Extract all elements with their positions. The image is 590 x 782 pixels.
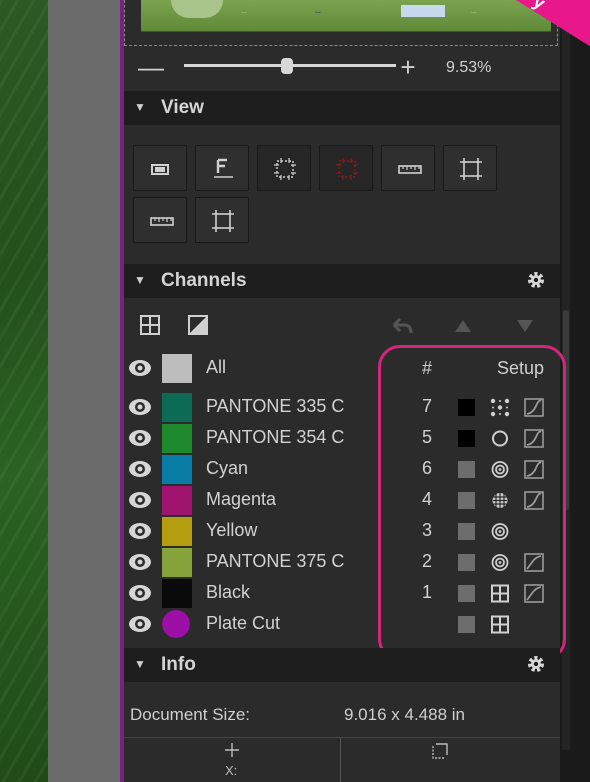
section-title: Info (161, 654, 196, 675)
ruler-icon (398, 165, 422, 174)
document-size-label: Document Size: (130, 705, 250, 724)
zoom-out-button[interactable]: — (138, 52, 164, 86)
document-size-value: 9.016 x 4.488 in (344, 705, 465, 724)
box-select-button[interactable] (341, 737, 560, 782)
crop-red-icon (336, 158, 358, 180)
eye-icon[interactable] (128, 583, 152, 603)
channel-swatch (162, 517, 192, 546)
eye-icon[interactable] (128, 490, 152, 510)
baseline-icon (214, 158, 233, 178)
eye-icon[interactable] (128, 428, 152, 448)
eye-icon[interactable] (128, 552, 152, 572)
zoom-control: — + 9.53% (124, 52, 560, 88)
eye-icon[interactable] (128, 521, 152, 541)
gear-icon[interactable] (526, 654, 546, 674)
channel-name: Cyan (206, 458, 249, 478)
crosshair-icon (225, 743, 239, 757)
channel-swatch (162, 610, 190, 638)
view-ruler-button[interactable] (381, 145, 435, 191)
eye-icon[interactable] (128, 459, 152, 479)
channel-name: Black (206, 582, 251, 602)
view-crop-marks-button-2[interactable] (195, 197, 249, 243)
move-up-icon[interactable] (454, 319, 472, 333)
info-bottom-buttons: X: (124, 737, 560, 782)
channel-swatch (162, 579, 192, 608)
x-coordinate-label: X: (225, 763, 238, 778)
view-crop-dotted-button[interactable] (257, 145, 311, 191)
channel-swatch (162, 424, 192, 453)
eye-icon[interactable] (128, 358, 152, 378)
channel-swatch (162, 393, 192, 422)
navigator-thumbnail[interactable]: ... ... ... (124, 0, 558, 46)
pasteboard (48, 0, 122, 782)
crosshair-button[interactable]: X: (124, 737, 340, 782)
view-crop-marks-button[interactable] (443, 145, 497, 191)
thumbnail-shape (171, 0, 223, 18)
collapse-caret-icon[interactable]: ▼ (134, 100, 146, 114)
channel-swatch (162, 486, 192, 515)
document-canvas-left (0, 0, 48, 782)
crop-marks-icon (460, 158, 482, 180)
view-frame-button[interactable] (133, 145, 187, 191)
zoom-value: 9.53% (446, 59, 492, 76)
view-section-header[interactable]: ▼ View (124, 91, 560, 125)
view-crop-red-button[interactable] (319, 145, 373, 191)
crop-dotted-icon (274, 158, 296, 180)
ruler-icon (150, 217, 174, 226)
document-size-row: Document Size: 9.016 x 4.488 in (124, 697, 560, 733)
thumbnail-image: ... ... ... (141, 0, 551, 32)
collapse-caret-icon[interactable]: ▼ (134, 273, 146, 287)
channel-swatch (162, 548, 192, 577)
thumbnail-box (401, 5, 445, 17)
contrast-icon[interactable] (188, 315, 208, 335)
thumbnail-text: ... (471, 8, 477, 15)
channel-swatch (162, 455, 192, 484)
box-select-icon (432, 743, 448, 759)
channels-section-header[interactable]: ▼ Channels (124, 264, 560, 298)
channel-name: Yellow (206, 520, 258, 540)
channel-name: All (206, 357, 227, 377)
section-title: Channels (161, 270, 247, 291)
channel-name: PANTONE 375 C (206, 551, 345, 571)
gear-icon[interactable] (526, 270, 546, 290)
section-title: View (161, 97, 204, 118)
thumbnail-text: ... (315, 8, 321, 15)
grid-view-icon[interactable] (140, 315, 160, 335)
eye-icon[interactable] (128, 614, 152, 634)
move-down-icon[interactable] (516, 319, 534, 333)
eye-icon[interactable] (128, 397, 152, 417)
channel-swatch (162, 354, 192, 383)
channel-name: PANTONE 335 C (206, 396, 345, 416)
undo-icon[interactable] (390, 317, 414, 337)
channel-name: Magenta (206, 489, 277, 509)
view-baseline-button[interactable] (195, 145, 249, 191)
channels-toolbar (124, 313, 560, 343)
thumbnail-text: ... (241, 8, 247, 15)
info-section-header[interactable]: ▼ Info (124, 648, 560, 682)
zoom-slider-handle[interactable] (281, 58, 293, 74)
collapse-caret-icon[interactable]: ▼ (134, 657, 146, 671)
frame-icon (151, 164, 169, 175)
crop-marks-icon (212, 210, 234, 232)
channel-name: PANTONE 354 C (206, 427, 345, 447)
zoom-in-button[interactable]: + (394, 52, 422, 86)
view-ruler-button-2[interactable] (133, 197, 187, 243)
setup-highlight-annotation (378, 345, 566, 661)
channel-name: Plate Cut (206, 613, 281, 633)
